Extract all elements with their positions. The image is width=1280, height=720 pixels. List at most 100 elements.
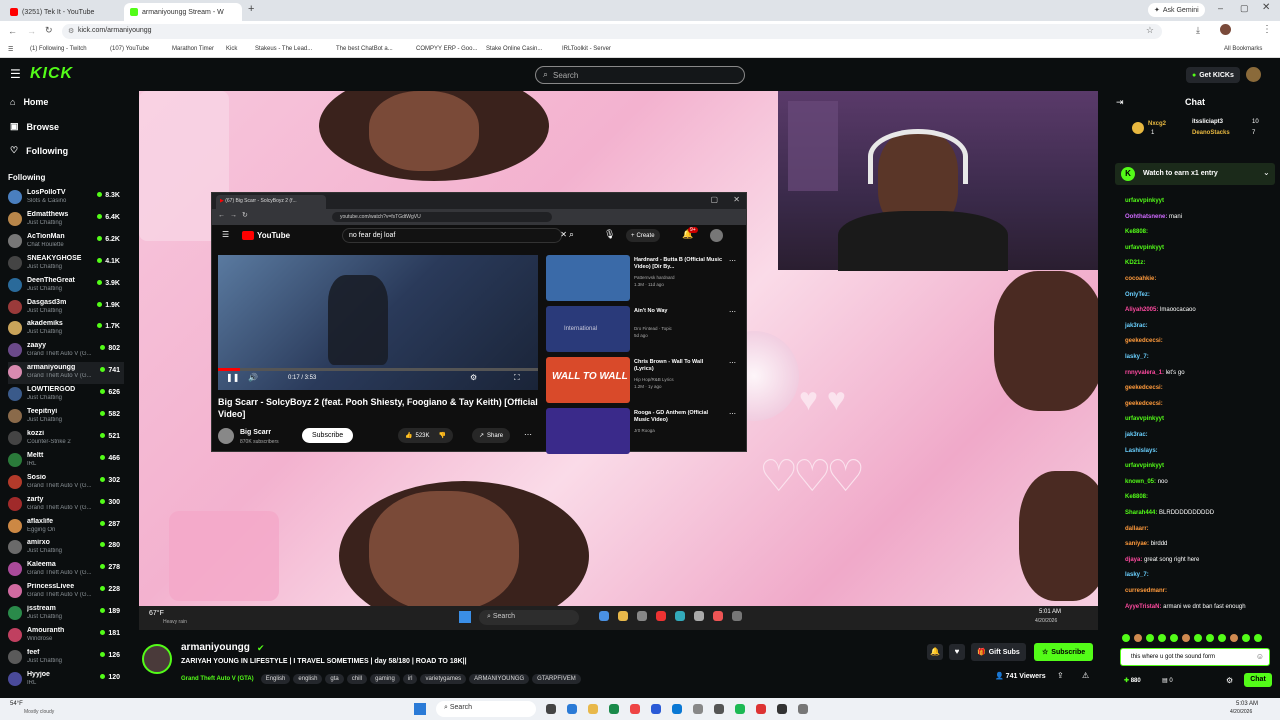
chat-username[interactable]: djaya: (1125, 557, 1142, 563)
yt-settings-icon[interactable]: ⚙ (470, 373, 477, 382)
chat-username[interactable]: AyyeTristaN: (1125, 604, 1161, 610)
bookmark-star-icon[interactable]: ☆ (1146, 25, 1154, 36)
following-channel[interactable]: Meltt IRL 466 (8, 450, 124, 472)
following-channel[interactable]: zaayy Grand Theft Auto V (G... 802 (8, 340, 124, 362)
yt-rec-item[interactable]: Hardnard - Butta B (Official Music Video… (546, 255, 736, 301)
emote-icon[interactable] (1218, 634, 1226, 642)
bookmark-item[interactable]: Stake Online Casin... (486, 46, 542, 52)
yt-volume-icon[interactable]: 🔊 (248, 373, 258, 382)
bookmark-item[interactable]: IRLToolkit - Server (562, 46, 611, 52)
file-explorer-icon[interactable] (588, 704, 598, 714)
share-icon[interactable]: ⇪ (1057, 671, 1064, 680)
following-channel[interactable]: Teepitnyi Just Chatting 582 (8, 406, 124, 428)
chat-input[interactable]: this where u got the sound form ☺ (1120, 648, 1270, 666)
report-icon[interactable]: ⚠ (1082, 671, 1089, 680)
yt-rec-item[interactable]: Rooga - GD Anthem (Official Music Video)… (546, 408, 736, 454)
app-icon[interactable] (714, 704, 724, 714)
stream-tag[interactable]: varietygames (420, 674, 467, 684)
watch-to-earn-banner[interactable]: K Watch to earn x1 entry ⌄ (1115, 163, 1275, 185)
following-channel[interactable]: feef Just Chatting 126 (8, 647, 124, 669)
overlay-maximize-icon[interactable]: ▢ (710, 195, 718, 204)
overlay-close-icon[interactable]: ✕ (733, 195, 740, 204)
forward-icon[interactable]: → (27, 26, 36, 36)
bookmark-item[interactable]: (1) Following - Twitch (30, 46, 87, 52)
yt-rec-item[interactable]: International Ain't No Way Dro Fintead · T… (546, 306, 736, 352)
yt-channel-avatar[interactable] (218, 428, 234, 444)
user-avatar[interactable] (1246, 67, 1261, 82)
spotify-icon[interactable] (735, 704, 745, 714)
pinned-user[interactable]: DeanoStacks (1192, 130, 1230, 136)
following-channel[interactable]: Kaleema Grand Theft Auto V (G... 278 (8, 559, 124, 581)
yt-subscribe-button[interactable]: Subscribe (302, 428, 354, 443)
emoji-picker-icon[interactable]: ☺ (1256, 652, 1264, 661)
stream-tag[interactable]: irl (402, 674, 418, 684)
yt-menu-icon[interactable]: ☰ (222, 230, 229, 239)
stream-tag[interactable]: ARMANIYOUNGG (469, 674, 530, 684)
emote-icon[interactable] (1194, 634, 1202, 642)
emote-icon[interactable] (1170, 634, 1178, 642)
yt-rec-more-icon[interactable]: ⋯ (729, 257, 736, 265)
collapse-chat-icon[interactable]: ⇥ (1116, 97, 1124, 108)
following-channel[interactable]: Dasgasd3m Just Chatting 1.9K (8, 297, 124, 319)
chat-username[interactable]: curresedmanr: (1125, 588, 1167, 594)
chat-username[interactable]: lasky_7: (1125, 572, 1149, 578)
app-icon[interactable] (777, 704, 787, 714)
pinned-user[interactable]: Nxcg2 (1148, 121, 1166, 127)
following-channel[interactable]: armaniyoungg Grand Theft Auto V (G... 741 (8, 362, 124, 385)
emote-icon[interactable] (1242, 634, 1250, 642)
stream-tag[interactable]: GTARPFIVEM (532, 674, 581, 684)
edge-icon[interactable] (672, 704, 682, 714)
yt-channel-name[interactable]: Big Scarr (240, 429, 271, 436)
yt-progress-track[interactable] (218, 368, 538, 371)
all-bookmarks-link[interactable]: All Bookmarks (1224, 46, 1262, 52)
bookmark-item[interactable]: The best ChatBot a... (336, 46, 393, 52)
chat-username[interactable]: jak3rac: (1125, 432, 1148, 438)
bookmark-item[interactable]: Kick (226, 46, 237, 52)
chat-username[interactable]: cocoahkie: (1125, 276, 1156, 282)
chevron-down-icon[interactable]: ⌄ (1263, 168, 1270, 177)
following-channel[interactable]: SNEAKYGHOSE Just Chatting 4.1K (8, 253, 124, 275)
streamer-avatar[interactable] (142, 644, 172, 674)
chat-username[interactable]: geekedcecsi: (1125, 385, 1163, 391)
pinned-user[interactable]: itssliciapt3 (1192, 119, 1223, 125)
following-channel[interactable]: LosPolloTV Slots & Casino 8.3K (8, 187, 124, 209)
app-icon[interactable] (651, 704, 661, 714)
browser-tab-youtube[interactable]: (3251) Tek It - YouTube (4, 3, 122, 21)
subscribe-button[interactable]: ☆ Subscribe (1034, 643, 1094, 661)
stream-video[interactable]: ♡♡♡ ♥ ♥ ▶ (67) Big Scarr - SolcyBoyz 2 (… (139, 91, 1098, 606)
yt-more-icon[interactable]: ⋯ (524, 430, 532, 439)
kicks-balance[interactable]: ✚ 880 (1124, 677, 1141, 684)
emote-icon[interactable] (1206, 634, 1214, 642)
yt-share-button[interactable]: ↗ Share (472, 428, 511, 443)
chat-username[interactable]: Ke8808: (1125, 494, 1148, 500)
category-link[interactable]: Grand Theft Auto V (GTA) (181, 676, 254, 682)
app-icon[interactable] (609, 704, 619, 714)
following-channel[interactable]: zarty Grand Theft Auto V (G... 300 (8, 494, 124, 516)
overlay-address-field[interactable]: youtube.com/watch?v=fsTGdtWgVU (332, 212, 552, 222)
chat-username[interactable]: rnnyvalera_1: (1125, 370, 1164, 376)
chat-username[interactable]: geekedcecsi: (1125, 401, 1163, 407)
yt-fullscreen-icon[interactable]: ⛶ (514, 373, 520, 383)
yt-video-player[interactable]: ❚❚ 🔊 0:17 / 3:53 ⚙ ⛶ (218, 255, 538, 390)
following-channel[interactable]: Hyyjoe IRL 120 (8, 669, 124, 691)
settings-icon[interactable]: ⚙ (1226, 676, 1233, 685)
yt-rec-more-icon[interactable]: ⋯ (729, 308, 736, 316)
app-icon[interactable] (693, 704, 703, 714)
back-icon[interactable]: ← (8, 26, 17, 36)
bookmark-item[interactable]: COMPYY ERP - Goo... (416, 46, 477, 52)
chat-username[interactable]: urfavvpinkyyt (1125, 463, 1164, 469)
emote-icon[interactable] (1158, 634, 1166, 642)
browser-menu-icon[interactable]: ⋮ (1262, 24, 1272, 35)
chat-username[interactable]: saniyae: (1125, 541, 1149, 547)
emote-icon[interactable] (1230, 634, 1238, 642)
send-chat-button[interactable]: Chat (1244, 673, 1272, 687)
following-channel[interactable]: Amouranth Windrose 181 (8, 625, 124, 647)
chat-username[interactable]: known_05: (1125, 479, 1156, 485)
chat-username[interactable]: OnlyTez: (1125, 292, 1150, 298)
nav-home[interactable]: ⌂ Home (10, 97, 48, 107)
search-input[interactable]: ⌕ Search (535, 66, 745, 84)
chat-username[interactable]: lasky_7: (1125, 354, 1149, 360)
taskbar-search[interactable]: ⌕ Search (436, 701, 536, 717)
windows-start-icon[interactable] (414, 703, 426, 715)
nav-following[interactable]: ♡ Following (10, 145, 68, 156)
